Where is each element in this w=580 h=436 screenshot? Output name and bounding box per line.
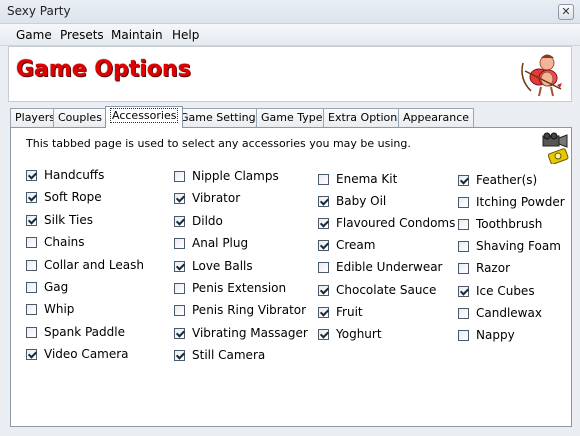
tab-appearance[interactable]: Appearance: [398, 108, 475, 128]
window-title: Sexy Party: [7, 4, 71, 18]
checkbox-label[interactable]: Edible Underwear: [336, 260, 443, 274]
checkbox-box[interactable]: [318, 285, 329, 296]
checkbox-label[interactable]: Yoghurt: [336, 327, 382, 341]
menu-presets[interactable]: Presets: [58, 28, 106, 42]
checkbox-label[interactable]: Whip: [44, 302, 74, 316]
checkbox-label[interactable]: Handcuffs: [44, 168, 104, 182]
checkbox-label[interactable]: Soft Rope: [44, 190, 102, 204]
checkbox-box[interactable]: [458, 330, 469, 341]
checkbox-box[interactable]: [458, 241, 469, 252]
tab-game-settings[interactable]: Game Settings: [175, 108, 267, 128]
header-banner: Game Options: [8, 46, 572, 102]
checkbox-label[interactable]: Dildo: [192, 214, 223, 228]
checkbox-box[interactable]: [458, 308, 469, 319]
checkbox-box[interactable]: [26, 237, 37, 248]
checkbox-box[interactable]: [458, 175, 469, 186]
checkbox-box[interactable]: [458, 197, 469, 208]
checkbox-box[interactable]: [174, 283, 185, 294]
checkbox-box[interactable]: [174, 171, 185, 182]
checkbox-label[interactable]: Penis Ring Vibrator: [192, 303, 306, 317]
checkbox-box[interactable]: [26, 349, 37, 360]
title-bar[interactable]: Sexy Party ✕: [0, 0, 580, 24]
checkbox-label[interactable]: Itching Powder: [476, 195, 565, 209]
checkbox-label[interactable]: Shaving Foam: [476, 239, 561, 253]
checkbox-label[interactable]: Spank Paddle: [44, 325, 125, 339]
accessories-panel: This tabbed page is used to select any a…: [10, 127, 572, 427]
cupid-icon: [521, 54, 562, 97]
checkbox-box[interactable]: [174, 193, 185, 204]
checkbox-box[interactable]: [318, 307, 329, 318]
checkbox-box[interactable]: [458, 219, 469, 230]
checkbox-label[interactable]: Love Balls: [192, 259, 253, 273]
checkbox-label[interactable]: Chocolate Sauce: [336, 283, 436, 297]
checkbox-label[interactable]: Candlewax: [476, 306, 542, 320]
panel-description: This tabbed page is used to select any a…: [26, 137, 411, 150]
checkbox-box[interactable]: [174, 238, 185, 249]
page-title: Game Options: [16, 57, 191, 82]
checkbox-label[interactable]: Flavoured Condoms: [336, 216, 455, 230]
checkbox-box[interactable]: [174, 350, 185, 361]
checkbox-label[interactable]: Still Camera: [192, 348, 265, 362]
checkbox-label[interactable]: Video Camera: [44, 347, 129, 361]
tab-strip: Players Couples Accessories Game Setting…: [10, 106, 572, 128]
app-window: Sexy Party ✕ Game Presets Maintain Help …: [0, 0, 580, 436]
menu-bar: Game Presets Maintain Help: [0, 24, 580, 46]
checkbox-label[interactable]: Vibrating Massager: [192, 326, 308, 340]
checkbox-box[interactable]: [26, 304, 37, 315]
menu-maintain[interactable]: Maintain: [109, 28, 165, 42]
checkbox-label[interactable]: Feather(s): [476, 173, 537, 187]
checkbox-label[interactable]: Nipple Clamps: [192, 169, 279, 183]
tab-couples[interactable]: Couples: [53, 108, 107, 128]
checkbox-box[interactable]: [26, 170, 37, 181]
checkbox-box[interactable]: [318, 329, 329, 340]
checkbox-box[interactable]: [318, 218, 329, 229]
checkbox-label[interactable]: Vibrator: [192, 191, 240, 205]
checkbox-label[interactable]: Fruit: [336, 305, 363, 319]
checkbox-label[interactable]: Anal Plug: [192, 236, 248, 250]
checkbox-box[interactable]: [174, 305, 185, 316]
checkbox-box[interactable]: [458, 286, 469, 297]
checkbox-label[interactable]: Silk Ties: [44, 213, 93, 227]
checkbox-label[interactable]: Toothbrush: [476, 217, 542, 231]
checkbox-label[interactable]: Gag: [44, 280, 68, 294]
checkbox-box[interactable]: [318, 196, 329, 207]
tab-accessories[interactable]: Accessories: [105, 106, 184, 128]
checkbox-label[interactable]: Penis Extension: [192, 281, 286, 295]
checkbox-box[interactable]: [458, 263, 469, 274]
checkbox-box[interactable]: [318, 240, 329, 251]
checkbox-box[interactable]: [26, 282, 37, 293]
checkbox-box[interactable]: [26, 215, 37, 226]
checkbox-box[interactable]: [26, 327, 37, 338]
checkbox-label[interactable]: Chains: [44, 235, 85, 249]
checkbox-label[interactable]: Baby Oil: [336, 194, 386, 208]
checkbox-box[interactable]: [26, 260, 37, 271]
menu-help[interactable]: Help: [170, 28, 201, 42]
menu-game[interactable]: Game: [14, 28, 54, 42]
checkbox-label[interactable]: Razor: [476, 261, 510, 275]
checkbox-box[interactable]: [174, 261, 185, 272]
still-camera-icon: [547, 148, 569, 164]
checkbox-box[interactable]: [318, 174, 329, 185]
tab-game-type[interactable]: Game Type: [256, 108, 328, 128]
video-camera-icon: [542, 132, 568, 148]
checkbox-label[interactable]: Nappy: [476, 328, 515, 342]
checkbox-label[interactable]: Collar and Leash: [44, 258, 144, 272]
tab-extra-options[interactable]: Extra Options: [323, 108, 408, 128]
checkbox-box[interactable]: [26, 192, 37, 203]
checkbox-box[interactable]: [174, 216, 185, 227]
checkbox-label[interactable]: Cream: [336, 238, 375, 252]
checkbox-label[interactable]: Enema Kit: [336, 172, 397, 186]
close-button[interactable]: ✕: [558, 4, 574, 20]
camera-icons: [542, 132, 569, 164]
checkbox-label[interactable]: Ice Cubes: [476, 284, 535, 298]
checkbox-box[interactable]: [318, 262, 329, 273]
checkbox-box[interactable]: [174, 328, 185, 339]
